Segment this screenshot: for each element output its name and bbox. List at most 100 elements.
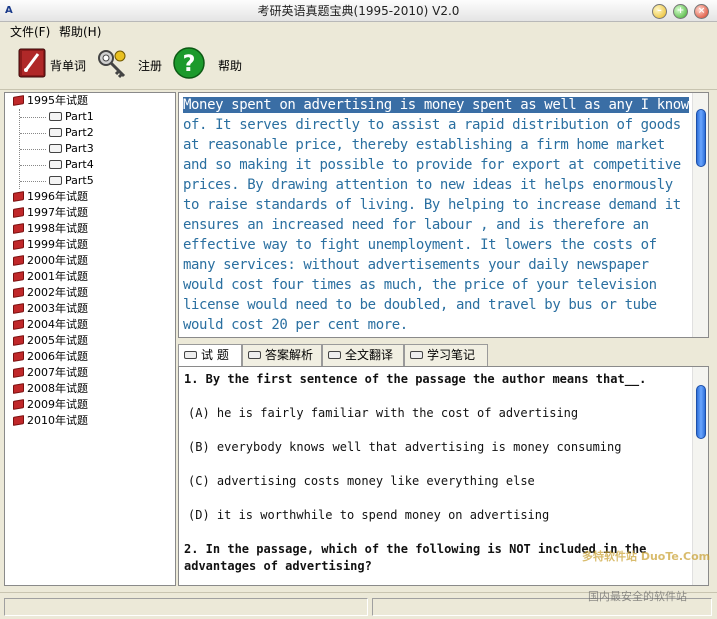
page-icon (410, 351, 423, 359)
tree-line (20, 181, 46, 182)
question-scroll-thumb[interactable] (696, 385, 706, 439)
help-label: 帮助 (218, 59, 243, 73)
passage-line: to raise standards of living. By helping… (183, 197, 681, 213)
tree-item-2010[interactable]: 2010年试题 (13, 413, 88, 429)
register-button[interactable]: 注册 (94, 46, 168, 86)
menu-file[interactable]: 文件(F) (10, 24, 50, 40)
tree-item-part3[interactable]: Part3 (49, 141, 94, 157)
minimize-button[interactable]: – (652, 4, 667, 19)
passage-line: effective way to fight unemployment. It … (183, 237, 657, 253)
tree-item-part2[interactable]: Part2 (49, 125, 94, 141)
watermark-brand: 多特软件站 DuoTe.Com (582, 548, 710, 564)
vocab-button[interactable]: 背单词 (12, 46, 92, 86)
tree-item-2005[interactable]: 2005年试题 (13, 333, 88, 349)
page-icon (49, 144, 62, 153)
book-icon (13, 287, 24, 298)
passage-line: license would need to be doubled, and tr… (183, 297, 657, 313)
tree-item-2001[interactable]: 2001年试题 (13, 269, 88, 285)
watermark-site-text: DuoTe.Com (640, 550, 711, 563)
tab-bar: 试 题 答案解析 全文翻译 学习笔记 (178, 344, 709, 367)
passage-line: would cost four times as much, the price… (183, 277, 657, 293)
passage-line: many services: without advertisements yo… (183, 257, 649, 273)
book-icon (13, 367, 24, 378)
toolbar: 背单词 注册 ? 帮助 (0, 42, 717, 90)
passage-line: at reasonable price, thereby establishin… (183, 137, 665, 153)
book-icon (13, 383, 24, 394)
question-1: 1. By the first sentence of the passage … (184, 372, 647, 386)
tree-item-2004[interactable]: 2004年试题 (13, 317, 88, 333)
tree-item-2009[interactable]: 2009年试题 (13, 397, 88, 413)
tree-item-1999[interactable]: 1999年试题 (13, 237, 88, 253)
book-icon (13, 239, 24, 250)
tree-item-1996[interactable]: 1996年试题 (13, 189, 88, 205)
maximize-icon: + (676, 6, 685, 16)
help-button[interactable]: ? 帮助 (172, 46, 246, 86)
page-icon (248, 351, 261, 359)
tab-questions[interactable]: 试 题 (178, 344, 242, 367)
passage-line: prices. By drawing attention to new idea… (183, 177, 673, 193)
book-icon (18, 48, 46, 78)
tree-item-part4[interactable]: Part4 (49, 157, 94, 173)
close-button[interactable]: × (694, 4, 709, 19)
book-icon (13, 399, 24, 410)
book-icon (13, 415, 24, 426)
book-icon (13, 351, 24, 362)
tree-line (20, 165, 46, 166)
status-pane-left (4, 598, 368, 616)
option-a: (A) he is fairly familiar with the cost … (188, 406, 579, 420)
minimize-icon: – (657, 6, 662, 16)
book-icon (13, 255, 24, 266)
passage-line: would cost 20 per cent more. (183, 317, 408, 333)
passage-line: of. It serves directly to assist a rapid… (183, 117, 681, 133)
menu-help[interactable]: 帮助(H) (59, 24, 101, 40)
option-b: (B) everybody knows well that advertisin… (188, 440, 622, 454)
menu-bar: 文件(F) 帮助(H) (0, 22, 717, 42)
passage-line: and so making it possible to provide for… (183, 157, 681, 173)
passage-scrollbar[interactable] (692, 93, 708, 337)
year-tree: 1995年试题 Part1 Part2 Part3 Part4 Part5 19… (4, 92, 176, 586)
passage-scroll-thumb[interactable] (696, 109, 706, 167)
option-d: (D) it is worthwhile to spend money on a… (188, 508, 550, 522)
tab-notes[interactable]: 学习笔记 (404, 344, 488, 366)
page-icon (49, 128, 62, 137)
tree-line (20, 133, 46, 134)
watermark-slogan: 国内最安全的软件站 (588, 590, 687, 603)
tree-item-2007[interactable]: 2007年试题 (13, 365, 88, 381)
passage-line: ensures an increased need for labour , a… (183, 217, 649, 233)
book-icon (13, 303, 24, 314)
tree-item-2000[interactable]: 2000年试题 (13, 253, 88, 269)
tree-item-part5[interactable]: Part5 (49, 173, 94, 189)
tree-line (20, 149, 46, 150)
tree-item-2008[interactable]: 2008年试题 (13, 381, 88, 397)
passage-text-area[interactable]: Money spent on advertising is money spen… (178, 92, 709, 338)
passage-text: Money spent on advertising is money spen… (183, 95, 689, 335)
tree-item-2002[interactable]: 2002年试题 (13, 285, 88, 301)
help-icon: ? (173, 47, 205, 79)
tree-item-2003[interactable]: 2003年试题 (13, 301, 88, 317)
tab-translation[interactable]: 全文翻译 (322, 344, 404, 366)
tree-item-1997[interactable]: 1997年试题 (13, 205, 88, 221)
option-c: (C) advertising costs money like everyth… (188, 474, 535, 488)
tab-answers[interactable]: 答案解析 (242, 344, 322, 366)
book-icon (13, 319, 24, 330)
window-title: 考研英语真题宝典(1995-2010) V2.0 (257, 4, 460, 18)
watermark-brand-text: 多特软件站 (582, 550, 637, 563)
title-bar: A 考研英语真题宝典(1995-2010) V2.0 – + × (0, 0, 717, 22)
selected-text: Money spent on advertising is money spen… (183, 97, 689, 113)
maximize-button[interactable]: + (673, 4, 688, 19)
register-label: 注册 (138, 59, 163, 73)
book-icon (13, 271, 24, 282)
page-icon (49, 160, 62, 169)
tree-item-part1[interactable]: Part1 (49, 109, 94, 125)
book-icon (13, 95, 24, 106)
book-icon (13, 207, 24, 218)
book-icon (13, 335, 24, 346)
tree-item-2006[interactable]: 2006年试题 (13, 349, 88, 365)
close-icon: × (697, 6, 706, 16)
tree-item-1998[interactable]: 1998年试题 (13, 221, 88, 237)
passage-line: Money spent on advertising is money spen… (183, 95, 689, 115)
svg-text:?: ? (183, 52, 196, 77)
page-icon (328, 351, 341, 359)
vocab-label: 背单词 (50, 59, 87, 73)
tree-item-1995[interactable]: 1995年试题 (13, 93, 88, 109)
